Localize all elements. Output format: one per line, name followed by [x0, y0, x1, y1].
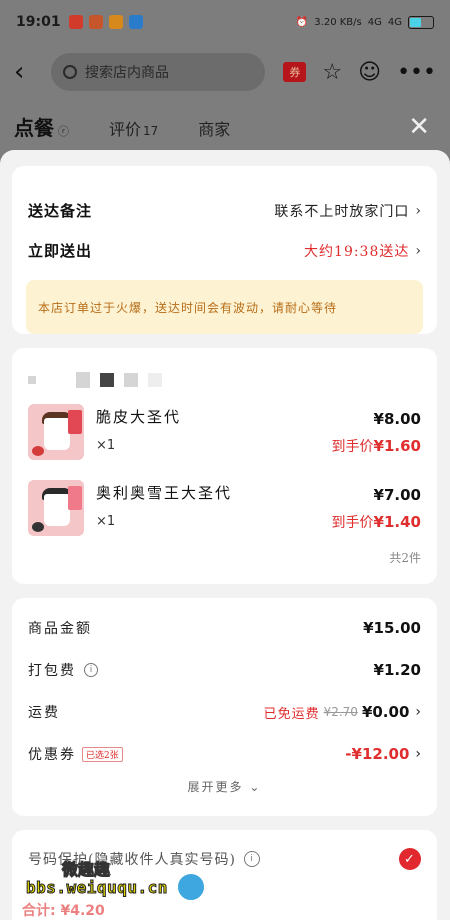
shipping-free-label: 已免运费	[263, 706, 320, 722]
delivery-time-value: 大约19:38送达	[304, 243, 410, 260]
delivery-time-row[interactable]: 立即送出 大约19:38送达 ›	[28, 240, 421, 261]
packing-fee-row: 打包费 i ¥1.20	[28, 660, 421, 680]
delivery-note-label: 送达备注	[28, 202, 93, 220]
watermark-logo-icon	[176, 872, 206, 902]
shipping-fee-value: ¥0.00	[361, 703, 410, 721]
goods-amount-row: 商品金额 ¥15.00	[28, 618, 421, 638]
chevron-right-icon: ›	[415, 202, 421, 219]
customer-service-icon[interactable]: ☺	[358, 60, 381, 85]
store-search-input[interactable]: 搜索店内商品	[51, 53, 266, 91]
app-notification-icon	[88, 15, 103, 29]
items-card: 脆皮大圣代 ×1 ¥8.00 到手价¥1.60 奥利奥雪王大圣代 ×1 ¥7.0…	[12, 348, 437, 584]
app-notification-icon	[68, 15, 83, 29]
chevron-down-icon: ⌄	[249, 780, 262, 794]
product-image	[28, 404, 84, 460]
watermark: 微趣趣 bbs.weiququ.cn	[26, 856, 206, 908]
list-item[interactable]: 奥利奥雪王大圣代 ×1 ¥7.00 到手价¥1.40	[28, 480, 421, 540]
tab-order[interactable]: 点餐	[14, 112, 54, 141]
item-final-price: 到手价¥1.60	[332, 436, 421, 456]
goods-amount-value: ¥15.00	[363, 619, 421, 637]
battery-icon	[408, 15, 434, 29]
goods-amount-label: 商品金额	[28, 621, 92, 637]
busy-notice: 本店订单过于火爆，送达时间会有波动，请耐心等待	[26, 280, 423, 334]
app-notification-icon	[128, 15, 143, 29]
app-notification-icon	[108, 15, 123, 29]
tab-order-badge-icon: ⓡ	[58, 125, 69, 138]
item-qty: ×1	[96, 514, 116, 529]
item-final-label: 到手价	[331, 515, 374, 531]
watermark-title: 微趣趣	[61, 860, 111, 880]
shipping-fee-label: 运费	[28, 705, 60, 721]
chevron-right-icon: ›	[415, 704, 421, 720]
shipping-fee-row[interactable]: 运费 已免运费 ¥2.70 ¥0.00 ›	[28, 702, 421, 722]
chevron-right-icon: ›	[415, 242, 421, 259]
watermark-url: bbs.weiququ.cn	[26, 878, 168, 898]
alarm-icon: ⏰	[295, 16, 309, 28]
coupon-chosen-badge: 已选2张	[82, 746, 123, 762]
close-icon[interactable]: ✕	[408, 112, 430, 142]
delivery-note-row[interactable]: 送达备注 联系不上时放家门口 ›	[28, 200, 421, 221]
item-qty: ×1	[96, 438, 116, 453]
search-icon	[63, 65, 77, 79]
tab-merchant[interactable]: 商家	[198, 116, 230, 140]
product-image	[28, 480, 84, 536]
search-placeholder: 搜索店内商品	[85, 65, 169, 81]
expand-more-button[interactable]: 展开更多 ⌄	[12, 778, 437, 795]
tab-reviews[interactable]: 评价 17	[109, 116, 158, 140]
info-icon[interactable]: i	[84, 663, 98, 677]
coupon-discount-value: -¥12.00	[345, 745, 410, 763]
star-icon[interactable]: ☆	[322, 60, 342, 85]
item-final-value: ¥1.40	[373, 513, 421, 531]
info-icon[interactable]: i	[243, 851, 260, 867]
status-time: 19:01	[16, 14, 61, 30]
shipping-original-price: ¥2.70	[323, 705, 358, 719]
store-nav-bar: ‹ 搜索店内商品 券 ☆ ☺ •••	[0, 52, 450, 92]
order-sheet: 送达备注 联系不上时放家门口 › 立即送出 大约19:38送达 › 本店订单过于…	[0, 150, 450, 920]
checkmark-icon[interactable]: ✓	[399, 848, 421, 870]
list-item[interactable]: 脆皮大圣代 ×1 ¥8.00 到手价¥1.60	[28, 404, 421, 464]
items-total-count: 共2件	[389, 551, 421, 565]
network-speed: 3.20 KB/s	[314, 16, 362, 28]
packing-fee-value: ¥1.20	[373, 661, 421, 679]
item-final-label: 到手价	[331, 439, 374, 455]
item-name: 脆皮大圣代	[96, 408, 182, 426]
item-final-price: 到手价¥1.40	[332, 512, 421, 532]
tab-reviews-label: 评价	[109, 120, 142, 139]
item-final-value: ¥1.60	[373, 437, 421, 455]
item-price: ¥8.00	[373, 410, 421, 428]
signal-4g-1: 4G	[367, 16, 382, 28]
back-arrow-icon[interactable]: ‹	[14, 57, 39, 87]
delivery-card: 送达备注 联系不上时放家门口 › 立即送出 大约19:38送达 › 本店订单过于…	[12, 166, 437, 334]
tab-reviews-count: 17	[143, 124, 159, 138]
item-name: 奥利奥雪王大圣代	[96, 484, 233, 502]
delivery-note-value: 联系不上时放家门口	[274, 203, 410, 220]
more-icon[interactable]: •••	[397, 60, 436, 85]
delivery-time-label: 立即送出	[28, 242, 93, 260]
store-tabs: 点餐 ⓡ 评价 17 商家	[14, 112, 230, 141]
coupon-label: 优惠券	[28, 747, 76, 763]
coupon-button[interactable]: 券	[283, 62, 307, 82]
packing-fee-label: 打包费	[28, 663, 76, 679]
status-bar: 19:01 ⏰ 3.20 KB/s 4G 4G	[0, 0, 450, 44]
status-indicators: ⏰ 3.20 KB/s 4G 4G	[295, 15, 434, 29]
chevron-right-icon: ›	[415, 746, 421, 762]
item-price: ¥7.00	[373, 486, 421, 504]
fees-card: 商品金额 ¥15.00 打包费 i ¥1.20 运费 已免运费 ¥2.70 ¥0…	[12, 598, 437, 816]
signal-4g-2: 4G	[387, 16, 402, 28]
coupon-row[interactable]: 优惠券 已选2张 -¥12.00 ›	[28, 744, 421, 764]
expand-more-label: 展开更多	[187, 780, 244, 794]
store-name-blurred	[28, 372, 162, 388]
